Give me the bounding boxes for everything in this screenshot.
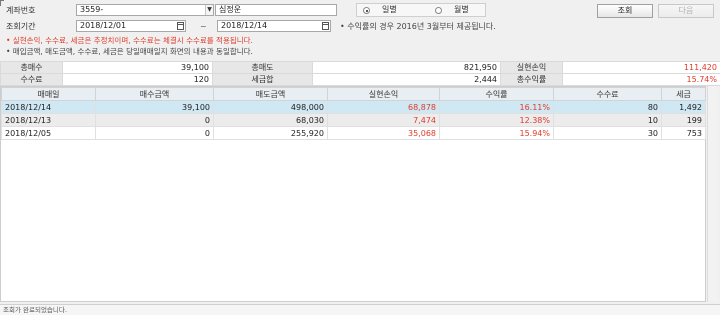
period-unit-group: 일별 월별 [356,3,486,17]
cell-trade-date: 2018/12/05 [1,126,96,140]
total-return-value: 15.74% [562,73,720,86]
period-label: 조회기간 [6,22,36,31]
account-holder-name: 심정운 [215,4,337,16]
col-realized-pnl[interactable]: 실현손익 [327,87,440,101]
fee-value: 120 [62,73,213,86]
table-row[interactable]: 2018/12/13 0 68,030 7,474 12.38% 10 199 [1,113,706,127]
cell-fee: 30 [553,126,662,140]
table-row[interactable]: 2018/12/05 0 255,920 35,068 15.94% 30 75… [1,126,706,140]
cell-sell-amount: 498,000 [213,100,328,114]
col-fee[interactable]: 수수료 [553,87,662,101]
cell-buy-amount: 39,100 [95,100,214,114]
radio-monthly-label[interactable]: 월별 [454,4,469,16]
col-return-rate[interactable]: 수익률 [439,87,554,101]
cell-return-rate: 16.11% [439,100,554,114]
total-buy-label: 총매수 [0,61,63,74]
realized-pnl-value: 111,420 [562,61,720,74]
estimate-notice: • 실현손익, 수수료, 세금은 추정치이며, 수수료는 체결시 수수료를 적용… [6,36,253,45]
cell-tax: 1,492 [661,100,706,114]
cell-trade-date: 2018/12/14 [1,100,96,114]
date-to-input[interactable]: 2018/12/14 [217,20,331,32]
cell-realized-pnl: 35,068 [327,126,440,140]
fee-label: 수수료 [0,73,63,86]
cell-fee: 10 [553,113,662,127]
grid-vertical-scrollbar[interactable] [707,86,717,302]
cell-fee: 80 [553,100,662,114]
summary-row: 수수료 120 세금합 2,444 총수익률 15.74% [0,73,720,86]
calendar-icon[interactable] [177,22,184,30]
radio-daily[interactable] [363,7,370,14]
window-grip-icon [0,0,4,6]
search-button[interactable]: 조회 [597,4,653,18]
cell-sell-amount: 255,920 [213,126,328,140]
total-sell-value: 821,950 [312,61,501,74]
realized-pnl-label: 실현손익 [500,61,563,74]
date-from-value: 2018/12/01 [80,21,127,30]
summary-row: 총매수 39,100 총매도 821,950 실현손익 111,420 [0,61,720,74]
cell-realized-pnl: 7,474 [327,113,440,127]
tax-value: 2,444 [312,73,501,86]
cell-buy-amount: 0 [95,113,214,127]
account-label: 계좌번호 [6,6,36,15]
same-content-notice: • 매입금액, 매도금액, 수수료, 세금은 당일매매일지 화면의 내용과 동일… [6,47,253,56]
date-separator: ~ [200,22,207,31]
grid-header-row: 매매일 매수금액 매도금액 실현손익 수익률 수수료 세금 [1,87,706,101]
date-from-input[interactable]: 2018/12/01 [76,20,186,32]
cell-tax: 199 [661,113,706,127]
chevron-down-icon[interactable]: ▼ [205,5,213,15]
cell-return-rate: 12.38% [439,113,554,127]
cell-tax: 753 [661,126,706,140]
col-sell-amount[interactable]: 매도금액 [213,87,328,101]
cell-sell-amount: 68,030 [213,113,328,127]
table-row[interactable]: 2018/12/14 39,100 498,000 68,878 16.11% … [1,100,706,114]
account-select[interactable]: 3559- ▼ [76,4,214,16]
total-return-label: 총수익률 [500,73,563,86]
cell-realized-pnl: 68,878 [327,100,440,114]
rate-availability-note: • 수익률의 경우 2016년 3월부터 제공됩니다. [340,22,496,31]
col-tax[interactable]: 세금 [661,87,706,101]
cell-trade-date: 2018/12/13 [1,113,96,127]
cell-return-rate: 15.94% [439,126,554,140]
next-button[interactable]: 다음 [658,4,714,18]
radio-daily-label[interactable]: 일별 [382,4,397,16]
cell-buy-amount: 0 [95,126,214,140]
daily-pnl-grid[interactable]: 매매일 매수금액 매도금액 실현손익 수익률 수수료 세금 2018/12/14… [0,86,706,302]
status-bar: 조회가 완료되었습니다. [0,304,720,315]
tax-label: 세금합 [212,73,313,86]
total-sell-label: 총매도 [212,61,313,74]
radio-monthly[interactable] [435,7,442,14]
total-buy-value: 39,100 [62,61,213,74]
summary-table: 총매수 39,100 총매도 821,950 실현손익 111,420 수수료 … [0,61,720,86]
col-trade-date[interactable]: 매매일 [1,87,96,101]
date-to-value: 2018/12/14 [221,21,268,30]
calendar-icon[interactable] [322,22,329,30]
col-buy-amount[interactable]: 매수금액 [95,87,214,101]
account-value: 3559- [80,5,104,14]
